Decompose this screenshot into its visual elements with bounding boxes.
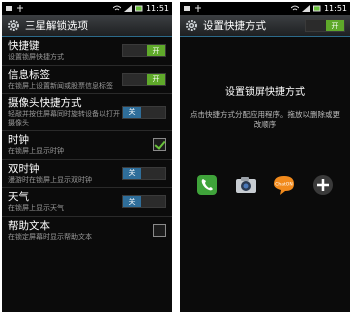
setting-label: 双时钟 bbox=[8, 162, 40, 175]
weather-toggle[interactable]: 关 bbox=[122, 195, 166, 209]
title-bar: 设置快捷方式 开 bbox=[180, 15, 350, 37]
usb-icon bbox=[17, 5, 23, 12]
right-screen: 11:51 设置快捷方式 开 设置锁屏快捷方式 点击快捷方式分配应用程序。拖放以… bbox=[180, 2, 350, 312]
toggle-state: 开 bbox=[147, 73, 165, 85]
toggle-state: 关 bbox=[123, 196, 141, 208]
setting-dual-clock[interactable]: 双时钟 漫游时在锁屏上显示双时钟 关 bbox=[2, 160, 172, 188]
notification-icon bbox=[6, 6, 12, 11]
signal-icon bbox=[123, 5, 132, 12]
battery-icon bbox=[312, 5, 321, 12]
wifi-icon bbox=[290, 5, 299, 11]
clock-checkbox[interactable] bbox=[153, 138, 166, 152]
toggle-state: 关 bbox=[123, 106, 141, 118]
setting-clock[interactable]: 时钟 在锁屏上显示时钟 bbox=[2, 131, 172, 160]
notification-icon bbox=[184, 6, 190, 11]
title-bar: 三星解锁选项 bbox=[2, 15, 172, 37]
help-text-checkbox[interactable] bbox=[153, 223, 166, 237]
setting-subtitle: 在锁屏上设置新闻或股票信息标签 bbox=[8, 81, 113, 90]
status-time: 11:51 bbox=[145, 4, 169, 13]
phone-icon[interactable] bbox=[196, 174, 218, 196]
setting-help-text[interactable]: 帮助文本 在锁定屏幕时显示帮助文本 bbox=[2, 217, 172, 245]
wifi-icon bbox=[112, 5, 121, 11]
setting-subtitle: 在锁屏上显示时钟 bbox=[8, 147, 64, 155]
setting-info-ticker[interactable]: 信息标签 在锁屏上设置新闻或股票信息标签 开 bbox=[2, 66, 172, 94]
page-title: 三星解锁选项 bbox=[25, 20, 88, 32]
chaton-text: ChatON bbox=[276, 182, 293, 188]
setting-label: 帮助文本 bbox=[8, 219, 50, 232]
toggle-state: 开 bbox=[147, 45, 165, 57]
setting-shortcut[interactable]: 快捷键 设置锁屏快捷方式 开 bbox=[2, 37, 172, 66]
status-time: 11:51 bbox=[323, 4, 347, 13]
camera-icon[interactable] bbox=[235, 174, 257, 196]
setting-subtitle: 设置锁屏快捷方式 bbox=[8, 53, 64, 61]
setting-label: 天气 bbox=[8, 191, 29, 203]
battery-icon bbox=[134, 5, 143, 12]
page-title: 设置快捷方式 bbox=[203, 20, 266, 32]
setting-label: 时钟 bbox=[8, 134, 29, 146]
setting-camera-shortcut[interactable]: 摄像头快捷方式 轻敲并按住屏幕同时旋转设备以打开摄像头 关 bbox=[2, 94, 172, 131]
setting-subtitle: 漫游时在锁屏上显示双时钟 bbox=[8, 175, 92, 184]
shortcut-master-toggle[interactable]: 开 bbox=[305, 19, 345, 32]
camera-shortcut-toggle[interactable]: 关 bbox=[122, 105, 166, 119]
shortcut-tray: ChatON bbox=[180, 174, 350, 196]
section-description: 点击快捷方式分配应用程序。拖放以删除或更改顺序 bbox=[190, 110, 340, 129]
setting-subtitle: 在锁屏上显示天气 bbox=[8, 204, 64, 212]
info-ticker-toggle[interactable]: 开 bbox=[122, 72, 166, 86]
chaton-icon[interactable]: ChatON bbox=[273, 174, 295, 196]
gear-icon[interactable] bbox=[7, 19, 20, 32]
gear-icon[interactable] bbox=[185, 19, 198, 32]
usb-icon bbox=[195, 5, 201, 12]
status-bar: 11:51 bbox=[180, 2, 350, 15]
setting-subtitle: 在锁定屏幕时显示帮助文本 bbox=[8, 232, 92, 241]
add-icon[interactable] bbox=[312, 174, 334, 196]
shortcut-toggle[interactable]: 开 bbox=[122, 44, 166, 58]
left-screen: 11:51 三星解锁选项 快捷键 设置锁屏快捷方式 开 信息标签 在锁屏上设置新… bbox=[2, 2, 172, 312]
setting-label: 快捷键 bbox=[8, 40, 40, 52]
setting-subtitle: 轻敲并按住屏幕同时旋转设备以打开摄像头 bbox=[8, 110, 120, 127]
settings-list: 快捷键 设置锁屏快捷方式 开 信息标签 在锁屏上设置新闻或股票信息标签 开 摄像… bbox=[2, 37, 172, 244]
toggle-state: 关 bbox=[123, 167, 141, 179]
status-bar: 11:51 bbox=[2, 2, 172, 15]
setting-label: 信息标签 bbox=[8, 68, 50, 81]
signal-icon bbox=[301, 5, 310, 12]
setting-label: 摄像头快捷方式 bbox=[8, 97, 82, 109]
toggle-state: 开 bbox=[326, 20, 344, 31]
section-heading: 设置锁屏快捷方式 bbox=[225, 87, 305, 98]
setting-weather[interactable]: 天气 在锁屏上显示天气 关 bbox=[2, 188, 172, 217]
dual-clock-toggle[interactable]: 关 bbox=[122, 166, 166, 180]
